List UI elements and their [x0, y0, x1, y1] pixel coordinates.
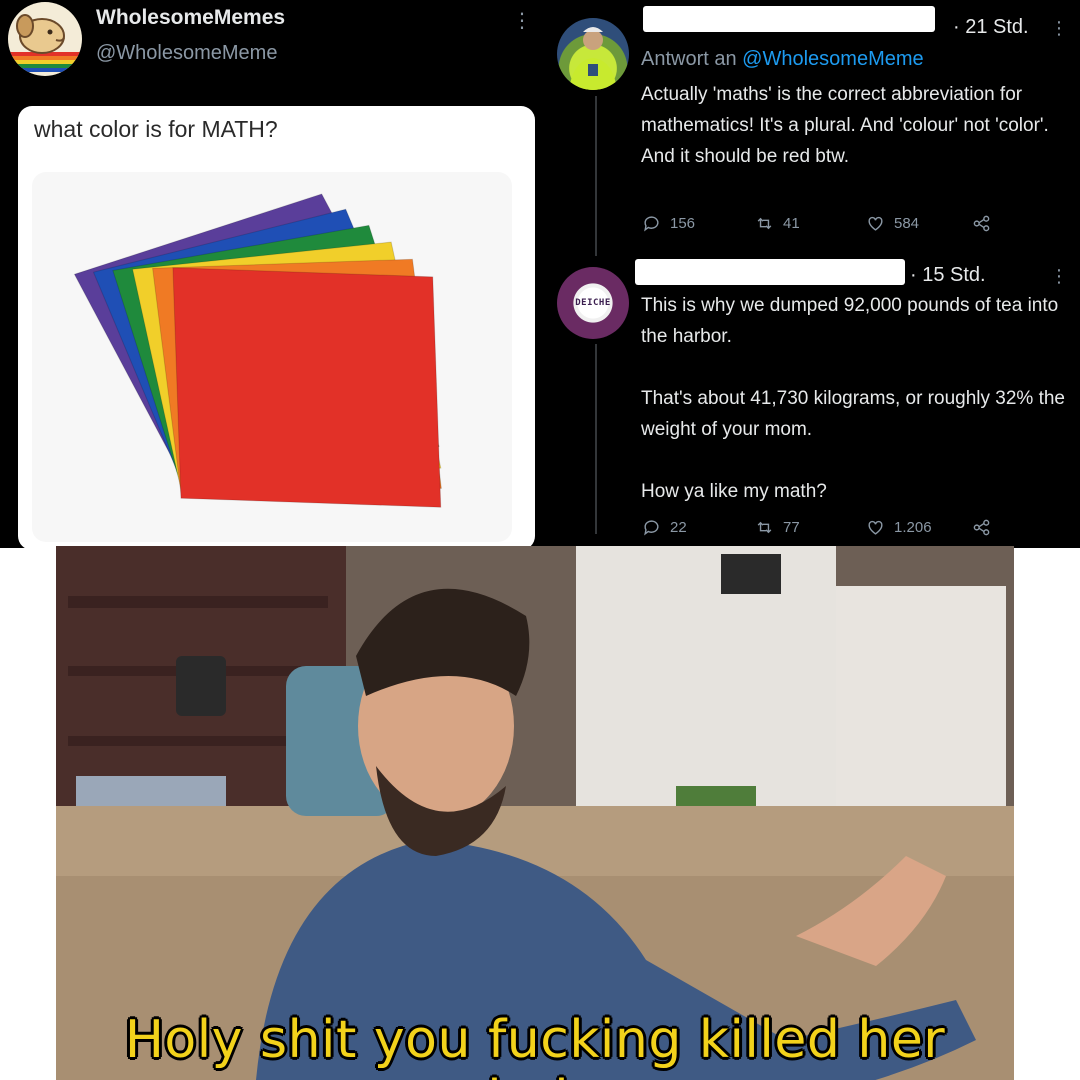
more-vertical-icon[interactable]: ⋮: [1050, 266, 1069, 287]
heart-icon: [868, 520, 883, 535]
reply-count: 22: [670, 519, 687, 536]
share-icon: [973, 215, 990, 232]
tweet-time[interactable]: · 15 Std.: [910, 264, 986, 287]
like-count: 584: [894, 215, 920, 232]
retweet-icon: [757, 217, 772, 230]
avatar[interactable]: [8, 2, 82, 76]
man-gesturing-photo: [56, 546, 1014, 1080]
tweet-text: Actually 'maths' is the correct abbrevia…: [641, 84, 1049, 167]
reply-button[interactable]: 22: [642, 518, 687, 537]
redacted-name: [643, 6, 935, 32]
thread-line: [595, 96, 597, 256]
reply-icon: [644, 520, 659, 536]
user-handle[interactable]: @WholesomeMeme: [96, 42, 277, 65]
reaction-image: Holy shit you fucking killed her dude: [56, 546, 1014, 1080]
share-button[interactable]: [972, 214, 991, 233]
like-count: 1.206: [894, 519, 932, 536]
colored-folders-illustration: [73, 193, 442, 508]
person-photo-icon: [569, 27, 617, 90]
meme-image[interactable]: what color is for MATH?: [18, 106, 535, 548]
display-name[interactable]: WholesomeMemes: [96, 6, 285, 30]
folder-shape: [172, 267, 442, 508]
more-vertical-icon[interactable]: ⋮: [512, 8, 533, 33]
more-vertical-icon[interactable]: ⋮: [1050, 18, 1069, 39]
retweet-button[interactable]: 77: [755, 518, 800, 537]
tweet-text: This is why we dumped 92,000 pounds of t…: [641, 295, 1065, 502]
thread-line: [595, 344, 597, 534]
dog-logo-icon: [8, 14, 82, 72]
meme-caption: Holy shit you fucking killed her dude: [124, 1010, 946, 1080]
retweet-count: 41: [783, 215, 800, 232]
avatar[interactable]: DEICHE: [557, 267, 629, 339]
retweet-icon: [757, 521, 772, 534]
avatar-text: DEICHE: [575, 298, 611, 308]
reply-button[interactable]: 156: [642, 214, 695, 233]
replies-thread: · 21 Std. ⋮ Antwort an @WholesomeMeme Ac…: [540, 0, 1080, 548]
mention-link[interactable]: @WholesomeMeme: [742, 48, 923, 70]
avatar[interactable]: [557, 18, 629, 90]
redacted-name: [635, 259, 905, 285]
original-tweet: WholesomeMemes @WholesomeMeme ⋮ what col…: [0, 0, 540, 548]
retweet-count: 77: [783, 519, 800, 536]
reply-count: 156: [670, 215, 696, 232]
like-button[interactable]: 584: [866, 214, 919, 233]
replying-to: Antwort an @WholesomeMeme: [641, 48, 924, 71]
replying-to-prefix: Antwort an: [641, 48, 737, 70]
heart-icon: [868, 216, 883, 231]
like-button[interactable]: 1.206: [866, 518, 932, 537]
meme-caption: what color is for MATH?: [34, 116, 278, 142]
retweet-button[interactable]: 41: [755, 214, 800, 233]
reply-icon: [644, 216, 659, 232]
share-icon: [973, 519, 990, 536]
share-button[interactable]: [972, 518, 991, 537]
tweet-time[interactable]: · 21 Std.: [953, 16, 1029, 39]
folders-photo: [32, 172, 512, 542]
